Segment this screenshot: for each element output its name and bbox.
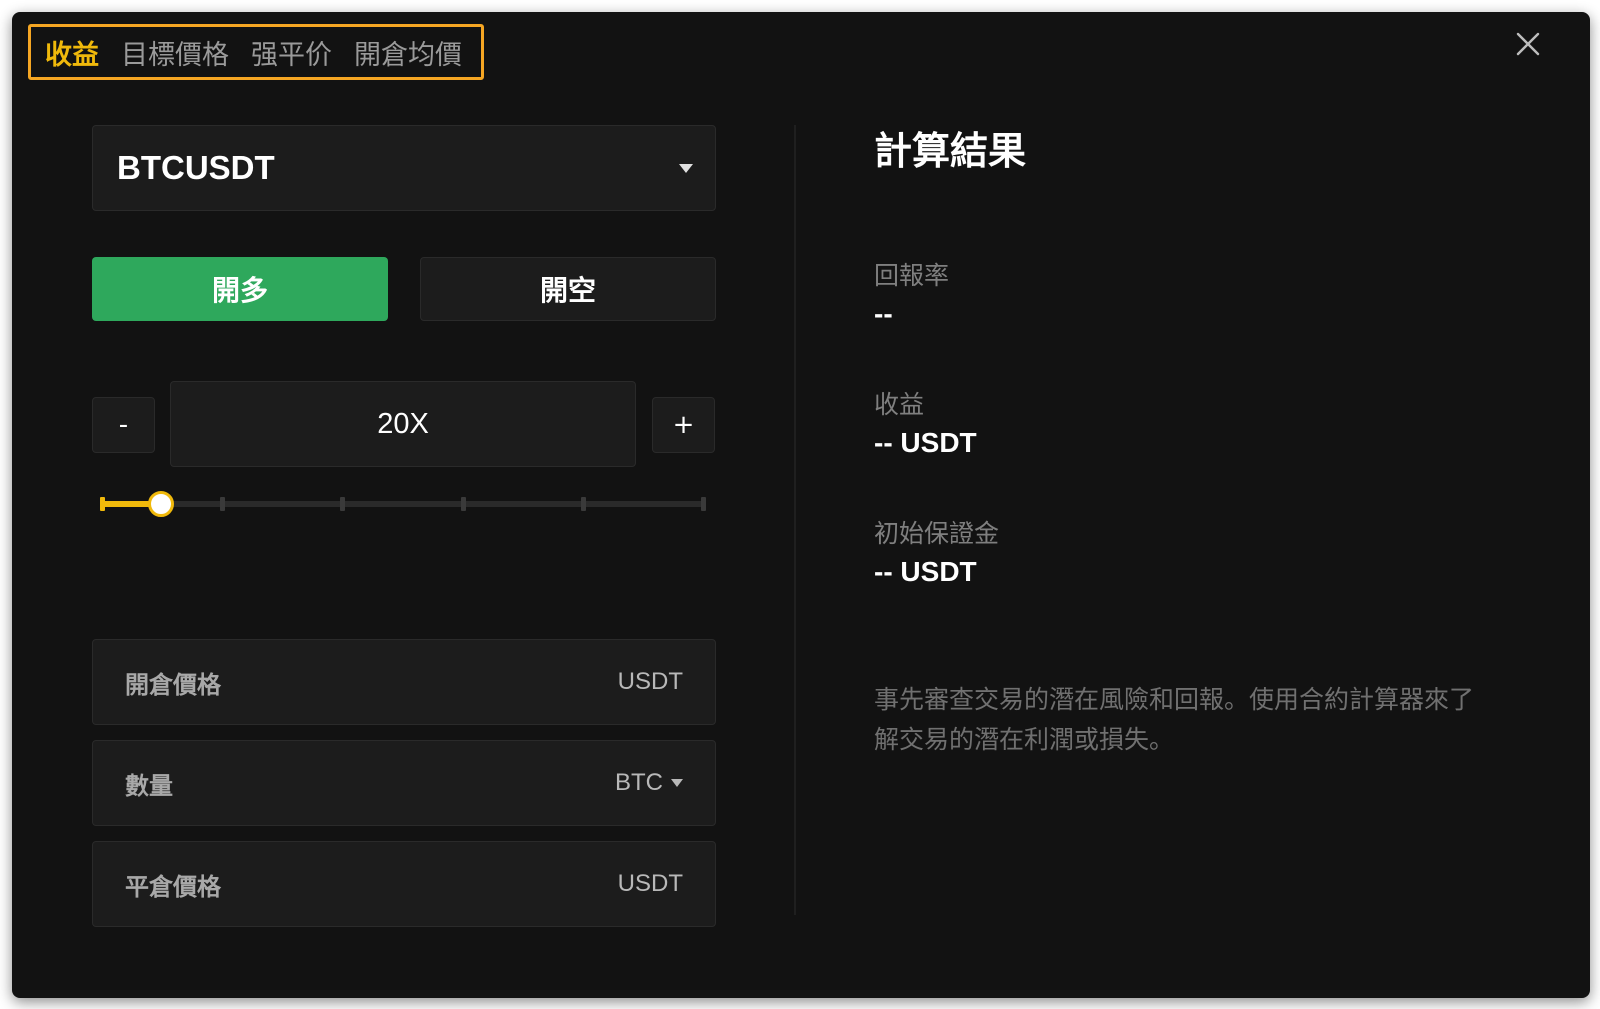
entry-price-label: 開倉價格 (125, 670, 221, 699)
entry-price-field[interactable]: 開倉價格 USDT (92, 639, 716, 725)
tab-avg-entry-price[interactable]: 開倉均價 (354, 33, 462, 72)
tab-target-price[interactable]: 目標價格 (121, 33, 229, 72)
quantity-unit-text: BTC (615, 769, 663, 796)
close-price-label: 平倉價格 (125, 872, 221, 901)
symbol-value: BTCUSDT (117, 149, 275, 186)
leverage-slider[interactable] (100, 489, 706, 519)
slider-tick (100, 497, 105, 511)
roi-value: -- (874, 298, 893, 329)
quantity-field[interactable]: 數量 BTC (92, 740, 716, 826)
pnl-label: 收益 (874, 390, 925, 419)
calculator-tabs: 收益 目標價格 强平价 開倉均價 (28, 24, 484, 80)
panel-divider (794, 125, 796, 915)
close-price-field[interactable]: 平倉價格 USDT (92, 841, 716, 927)
close-button[interactable] (1512, 28, 1544, 60)
contract-calculator-modal: 收益 目標價格 强平价 開倉均價 BTCUSDT 開多 開空 - 20X + 開… (12, 12, 1590, 998)
slider-tick (580, 497, 586, 511)
slider-track (100, 501, 706, 507)
quantity-label: 數量 (125, 771, 173, 800)
chevron-down-icon (671, 779, 683, 787)
pnl-value: -- USDT (874, 427, 977, 458)
slider-thumb[interactable] (147, 491, 174, 517)
slider-tick (460, 497, 466, 511)
close-price-unit: USDT (618, 870, 683, 898)
leverage-stepper: - 20X + (92, 381, 716, 467)
open-short-button[interactable]: 開空 (420, 257, 716, 321)
calculator-description: 事先審查交易的潛在風險和回報。使用合約計算器來了解交易的潛在利潤或損失。 (874, 685, 1475, 754)
slider-tick (340, 497, 346, 511)
open-long-button[interactable]: 開多 (92, 257, 388, 321)
close-price-unit-text: USDT (617, 870, 683, 897)
roi-label: 回報率 (874, 261, 950, 290)
slider-tick (220, 497, 226, 511)
chevron-down-icon (679, 163, 693, 173)
close-icon (1516, 32, 1540, 56)
tab-liquidation-price[interactable]: 强平价 (251, 33, 332, 72)
initial-margin-label: 初始保證金 (874, 519, 1000, 548)
leverage-input[interactable]: 20X (170, 381, 636, 467)
results-title: 計算結果 (874, 129, 1027, 173)
leverage-decrease-button[interactable]: - (92, 397, 155, 453)
entry-price-unit-text: USDT (617, 668, 683, 695)
quantity-unit-select[interactable]: BTC (615, 769, 683, 797)
entry-price-unit: USDT (618, 668, 683, 696)
symbol-select[interactable]: BTCUSDT (92, 125, 716, 211)
tab-pnl[interactable]: 收益 (45, 33, 99, 72)
initial-margin-value: -- USDT (874, 556, 977, 587)
slider-tick (701, 497, 706, 511)
leverage-increase-button[interactable]: + (652, 397, 715, 453)
